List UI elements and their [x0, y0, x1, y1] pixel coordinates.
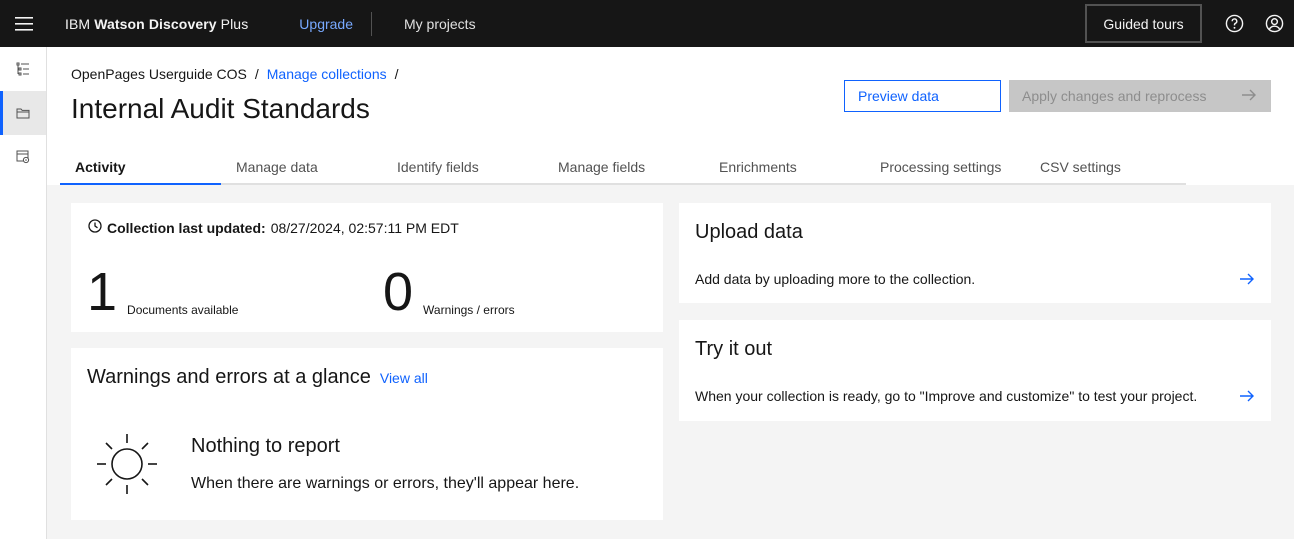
documents-stat: 1 Documents available — [87, 265, 238, 319]
upload-data-title: Upload data — [695, 221, 803, 243]
try-it-out-card[interactable]: Try it out When your collection is ready… — [679, 320, 1271, 421]
warnings-count: 0 — [383, 262, 414, 322]
page-title: Internal Audit Standards — [71, 93, 370, 124]
documents-label: Documents available — [127, 303, 239, 317]
hamburger-menu-icon[interactable] — [0, 0, 47, 47]
try-it-out-text: When your collection is ready, go to "Im… — [695, 388, 1198, 404]
side-navigation — [0, 47, 47, 539]
guided-tours-button[interactable]: Guided tours — [1085, 4, 1202, 43]
last-updated: Collection last updated: 08/27/2024, 02:… — [88, 219, 459, 236]
tab-identify-fields[interactable]: Identify fields — [382, 150, 543, 185]
brand-suffix: Plus — [220, 15, 249, 32]
folder-icon[interactable] — [0, 91, 46, 135]
my-projects-link[interactable]: My projects — [404, 16, 476, 32]
activity-summary-card: Collection last updated: 08/27/2024, 02:… — [71, 203, 663, 332]
last-updated-label: Collection last updated: — [107, 219, 266, 236]
arrow-right-icon[interactable] — [1239, 272, 1255, 290]
upload-data-text: Add data by uploading more to the collec… — [695, 271, 976, 287]
upload-data-card[interactable]: Upload data Add data by uploading more t… — [679, 203, 1271, 303]
tab-activity[interactable]: Activity — [60, 150, 221, 185]
warnings-title-text: Warnings and errors at a glance — [87, 366, 371, 388]
tab-csv-settings[interactable]: CSV settings — [1025, 150, 1186, 185]
breadcrumb-separator: / — [254, 66, 259, 82]
clock-icon — [88, 219, 102, 236]
brand-name: Watson Discovery — [94, 15, 217, 32]
user-avatar-icon[interactable] — [1254, 0, 1294, 47]
breadcrumb-project[interactable]: OpenPages Userguide COS — [71, 66, 247, 82]
warnings-stat: 0 Warnings / errors — [383, 265, 515, 319]
apply-changes-button[interactable]: Apply changes and reprocess — [1009, 80, 1271, 112]
upgrade-link[interactable]: Upgrade — [299, 16, 353, 32]
warnings-card-title: Warnings and errors at a glance View all — [87, 366, 428, 389]
empty-state-title: Nothing to report — [191, 435, 340, 457]
tab-processing-settings[interactable]: Processing settings — [865, 150, 1025, 185]
warnings-label: Warnings / errors — [423, 303, 515, 317]
tab-list: Activity Manage data Identify fields Man… — [60, 150, 1186, 185]
preview-data-button[interactable]: Preview data — [844, 80, 1001, 112]
data-settings-icon[interactable] — [0, 135, 46, 179]
help-icon[interactable] — [1214, 0, 1254, 47]
arrow-right-icon — [1241, 88, 1257, 104]
breadcrumb-manage-collections[interactable]: Manage collections — [267, 66, 387, 82]
tab-manage-data[interactable]: Manage data — [221, 150, 382, 185]
sun-icon — [97, 434, 157, 499]
top-header: IBM Watson Discovery Plus Upgrade My pro… — [0, 0, 1294, 47]
tree-view-icon[interactable] — [0, 47, 46, 91]
view-all-link[interactable]: View all — [380, 370, 428, 386]
breadcrumb-separator: / — [394, 66, 399, 82]
last-updated-value: 08/27/2024, 02:57:11 PM EDT — [270, 219, 459, 236]
try-it-out-title: Try it out — [695, 338, 773, 360]
documents-count: 1 — [87, 262, 118, 322]
page-header: OpenPages Userguide COS / Manage collect… — [47, 47, 1294, 185]
brand-prefix: IBM — [65, 15, 91, 32]
arrow-right-icon[interactable] — [1239, 389, 1255, 407]
warnings-errors-card: Warnings and errors at a glance View all… — [71, 348, 663, 520]
tab-enrichments[interactable]: Enrichments — [704, 150, 865, 185]
breadcrumb: OpenPages Userguide COS / Manage collect… — [71, 66, 399, 82]
tab-manage-fields[interactable]: Manage fields — [543, 150, 704, 185]
apply-changes-label: Apply changes and reprocess — [1022, 88, 1207, 104]
empty-state-text: When there are warnings or errors, they'… — [191, 475, 580, 492]
product-name[interactable]: IBM Watson Discovery Plus — [65, 16, 248, 32]
header-divider — [371, 11, 372, 36]
